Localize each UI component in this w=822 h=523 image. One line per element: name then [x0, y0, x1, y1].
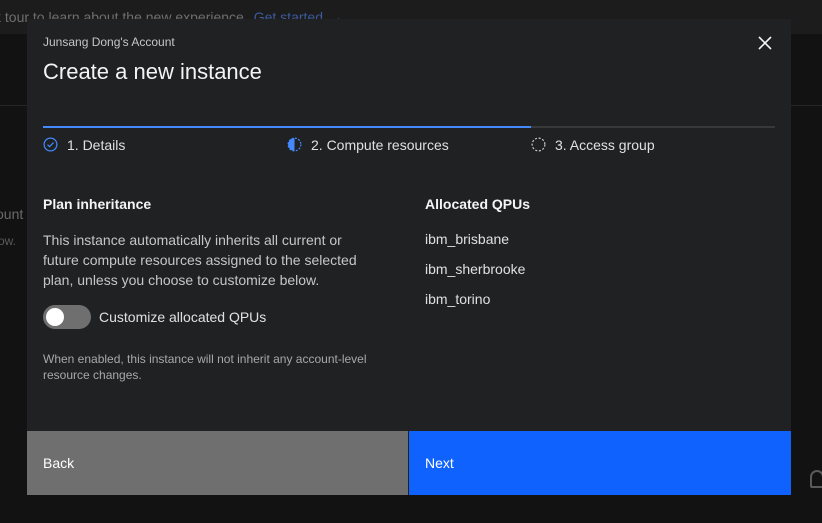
modal-title: Create a new instance: [43, 59, 262, 84]
step-label: 3. Access group: [555, 137, 655, 153]
progress-indicator: 1. Details 2. Compute resources 3. Acces…: [43, 126, 775, 156]
toggle-knob: [46, 308, 64, 326]
plan-inheritance-section: Plan inheritance This instance automatic…: [43, 196, 403, 382]
background-text-fragment: ount: [0, 206, 24, 222]
customize-qpus-toggle-row: Customize allocated QPUs: [43, 305, 266, 329]
background-text-fragment: ow.: [0, 234, 17, 248]
next-button[interactable]: Next: [409, 431, 791, 495]
step-details[interactable]: 1. Details: [43, 126, 287, 156]
step-label: 1. Details: [67, 137, 126, 153]
close-button[interactable]: [753, 31, 777, 55]
step-access-group[interactable]: 3. Access group: [531, 126, 775, 156]
step-label: 2. Compute resources: [311, 137, 449, 153]
step-bar: [287, 126, 531, 128]
modal-label: Junsang Dong's Account: [43, 35, 175, 49]
step-bar: [43, 126, 287, 128]
plan-inheritance-description: This instance automatically inherits all…: [43, 232, 357, 288]
back-button[interactable]: Back: [27, 431, 408, 495]
create-instance-modal: Junsang Dong's Account Create a new inst…: [27, 19, 791, 495]
circle-dash-icon: [531, 137, 546, 152]
qpu-list: ibm_brisbane ibm_sherbrooke ibm_torino: [425, 229, 765, 319]
list-item: ibm_sherbrooke: [425, 261, 526, 277]
close-icon: [758, 36, 772, 50]
allocated-qpus-heading: Allocated QPUs: [425, 196, 531, 212]
list-item: ibm_torino: [425, 291, 491, 307]
list-item: ibm_brisbane: [425, 231, 510, 247]
allocated-qpus-section: Allocated QPUs ibm_brisbane ibm_sherbroo…: [425, 196, 765, 319]
customize-qpus-toggle[interactable]: [43, 305, 91, 329]
customize-qpus-label: Customize allocated QPUs: [99, 309, 267, 325]
toggle-helper-text: When enabled, this instance will not inh…: [43, 352, 367, 382]
checkmark-outline-icon: [43, 137, 58, 152]
step-compute-resources[interactable]: 2. Compute resources: [287, 126, 531, 156]
step-bar: [531, 126, 775, 128]
plan-inheritance-heading: Plan inheritance: [43, 196, 152, 212]
notification-icon: [810, 470, 822, 488]
incomplete-half-icon: [287, 137, 302, 152]
